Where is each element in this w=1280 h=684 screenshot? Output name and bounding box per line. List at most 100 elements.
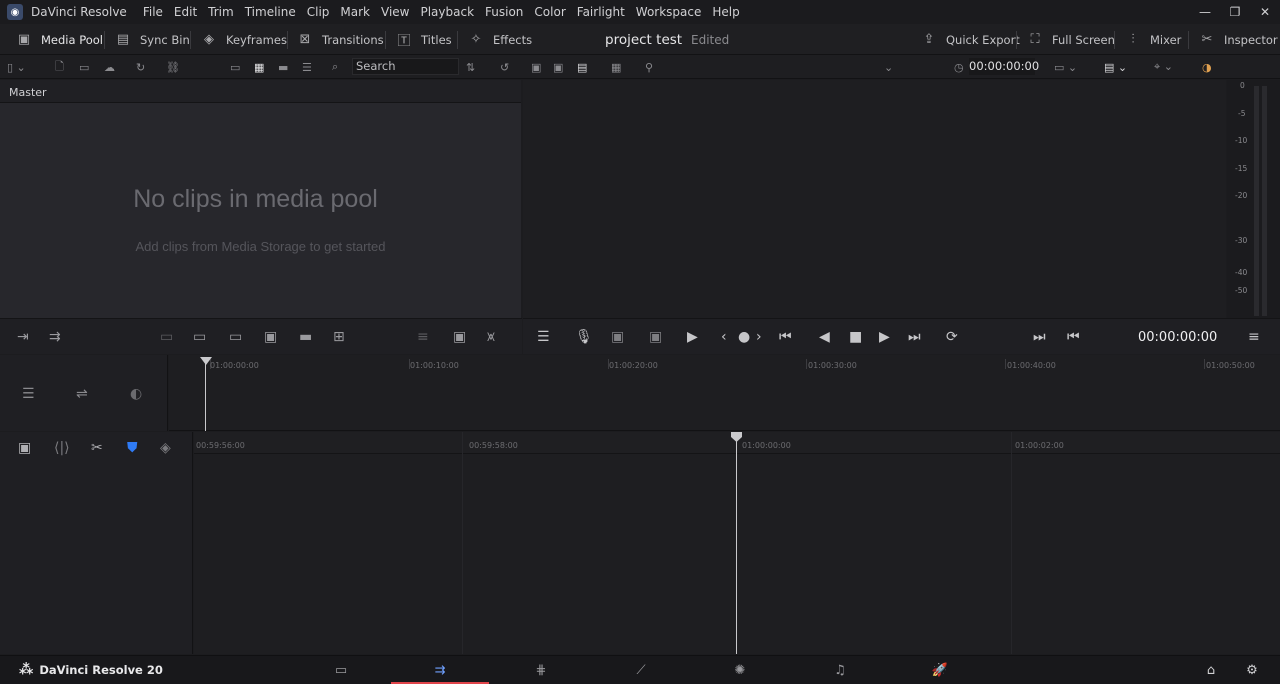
trim-icon[interactable]: ⟨|⟩ (54, 440, 70, 456)
close-button[interactable]: ✕ (1250, 0, 1280, 24)
timeline-view-icon[interactable]: ▣ (18, 440, 31, 456)
reverse-icon[interactable]: ◀ (819, 329, 830, 345)
split-icon[interactable]: ≡ (417, 329, 429, 345)
edit-page-icon[interactable]: ⋕ (492, 656, 590, 684)
filmstrip-view-icon[interactable]: ▬ (278, 59, 288, 75)
smart-insert-icon[interactable]: ▭ (160, 329, 173, 345)
options-menu-icon[interactable]: ≡ (1248, 329, 1260, 345)
strip-view-icon[interactable]: ▭ (230, 59, 240, 75)
track-adjust-icon[interactable]: ⇌ (76, 386, 88, 402)
prev-frame-icon[interactable]: ‹ (721, 329, 727, 345)
deliver-page-icon[interactable]: 🚀 (891, 656, 989, 684)
titles-button[interactable]: 🅃 Titles (395, 24, 451, 55)
mixer-button[interactable]: ⫶ Mixer (1124, 24, 1181, 55)
inspector-button[interactable]: ✂ Inspector (1198, 24, 1278, 55)
menu-trim[interactable]: Trim (204, 5, 241, 19)
menu-playback[interactable]: Playback (416, 5, 481, 19)
color-wheel-icon[interactable]: ◑ (1202, 59, 1212, 75)
sort-icon[interactable]: ⇅ (466, 59, 475, 75)
place-on-top-icon[interactable]: ▬ (299, 329, 312, 345)
new-smart-bin-icon[interactable]: ▭ (79, 59, 89, 75)
zoom-icon[interactable]: ▭ ⌄ (1054, 59, 1077, 75)
bin-header[interactable]: Master (0, 80, 521, 103)
track-list-icon[interactable]: ☰ (22, 386, 35, 402)
color-page-icon[interactable]: ✺ (691, 656, 789, 684)
append-end-icon[interactable]: ▭ (193, 329, 206, 345)
cut-page-icon[interactable]: ⇉ (391, 656, 489, 684)
playhead-handle-upper[interactable] (200, 357, 212, 365)
quick-export-button[interactable]: ⇪ Quick Export (920, 24, 1020, 55)
minimize-button[interactable]: — (1190, 0, 1220, 24)
waveform-icon[interactable]: ⩙ (487, 329, 495, 345)
relink-icon[interactable]: ↻ (136, 59, 145, 75)
sync-bin-button[interactable]: ▤ Sync Bin (114, 24, 190, 55)
menu-clip[interactable]: Clip (303, 5, 337, 19)
menu-help[interactable]: Help (708, 5, 746, 19)
append-icon[interactable]: ⇉ (49, 329, 61, 345)
media-pool-button[interactable]: ▣ Media Pool (15, 24, 103, 55)
visibility-icon[interactable]: ◈ (160, 440, 171, 456)
viewer-mode-3-icon[interactable]: ▤ (577, 59, 587, 75)
transitions-button[interactable]: ⊠ Transitions (296, 24, 384, 55)
output-icon[interactable]: ▤ ⌄ (1104, 59, 1127, 75)
play-around-icon[interactable]: ▶ (687, 329, 698, 345)
menu-mark[interactable]: Mark (336, 5, 377, 19)
source-overwrite-icon[interactable]: ⊞ (333, 329, 345, 345)
viewer-timecode[interactable]: 00:00:00:00 (969, 58, 1039, 75)
unlink-icon[interactable]: ⛓ (166, 59, 180, 75)
multicam-icon[interactable]: ▦ (611, 59, 621, 75)
voiceover-icon[interactable]: 🎙 (575, 329, 593, 345)
go-to-start-icon[interactable]: ⏮ (779, 329, 792, 345)
menu-fairlight[interactable]: Fairlight (573, 5, 632, 19)
settings-sliders-icon[interactable]: ☰ (537, 329, 550, 345)
next-frame-icon[interactable]: › (756, 329, 762, 345)
mark-in-out-icon[interactable]: ▣ (611, 329, 624, 345)
full-screen-button[interactable]: ⛶ Full Screen (1026, 24, 1114, 55)
shield-icon[interactable]: ⛊ (127, 440, 138, 456)
close-up-icon[interactable]: ▣ (264, 329, 277, 345)
menu-fusion[interactable]: Fusion (481, 5, 530, 19)
effects-button[interactable]: ✧ Effects (467, 24, 533, 55)
loop-icon[interactable]: ⟳ (946, 329, 958, 345)
refresh-icon[interactable]: ↺ (500, 59, 509, 75)
picture-icon[interactable]: ▣ (453, 329, 466, 345)
marker-dot-icon[interactable]: ● (738, 329, 750, 345)
timeline-overview[interactable]: 01:00:00:00 01:00:10:00 01:00:20:00 01:0… (169, 355, 1280, 431)
menu-edit[interactable]: Edit (170, 5, 204, 19)
next-edit-icon[interactable]: ⏭ (1033, 329, 1046, 345)
playhead-lower[interactable] (736, 438, 737, 654)
menu-timeline[interactable]: Timeline (241, 5, 303, 19)
maximize-button[interactable]: ❐ (1220, 0, 1250, 24)
new-bin-icon[interactable]: 🗋 (55, 59, 64, 75)
thumbnail-view-icon[interactable]: ▦ (254, 59, 264, 75)
media-page-icon[interactable]: ▭ (292, 656, 390, 684)
cloud-icon[interactable]: ☁ (104, 59, 115, 75)
prev-edit-icon[interactable]: ⏮ (1067, 329, 1080, 345)
menu-view[interactable]: View (377, 5, 416, 19)
keyframes-button[interactable]: ◈ Keyframes (200, 24, 287, 55)
viewer-mode-2-icon[interactable]: ▣ (553, 59, 563, 75)
search-input[interactable]: Search (352, 58, 459, 75)
play-icon[interactable]: ▶ (879, 329, 890, 345)
playhead-upper[interactable] (205, 361, 206, 431)
fusion-page-icon[interactable]: ⟋ (592, 656, 690, 684)
stop-icon[interactable]: ■ (849, 329, 862, 345)
go-to-end-icon[interactable]: ⏭ (908, 329, 921, 345)
insert-icon[interactable]: ⇥ (17, 329, 29, 345)
mark-clip-icon[interactable]: ▣ (649, 329, 662, 345)
fairlight-page-icon[interactable]: ♫ (791, 656, 889, 684)
panel-toggle-icon[interactable]: ▯ ⌄ (7, 59, 26, 75)
ripple-overwrite-icon[interactable]: ▭ (229, 329, 242, 345)
audio-track-icon[interactable]: ◐ (130, 386, 142, 402)
menu-file[interactable]: File (139, 5, 170, 19)
viewer-panel[interactable] (523, 80, 1226, 318)
viewer-mode-1-icon[interactable]: ▣ (531, 59, 541, 75)
list-view-icon[interactable]: ☰ (302, 59, 312, 75)
safe-area-icon[interactable]: ⚲ (645, 59, 653, 75)
viewer-dropdown-icon[interactable]: ⌄ (884, 59, 893, 75)
timeline-detail[interactable]: 00:59:56:00 00:59:58:00 01:00:00:00 01:0… (194, 432, 1280, 654)
menu-color[interactable]: Color (530, 5, 572, 19)
menu-workspace[interactable]: Workspace (632, 5, 709, 19)
transform-icon[interactable]: ⌖ ⌄ (1154, 59, 1173, 75)
settings-gear-icon[interactable]: ⚙ (1203, 656, 1280, 684)
